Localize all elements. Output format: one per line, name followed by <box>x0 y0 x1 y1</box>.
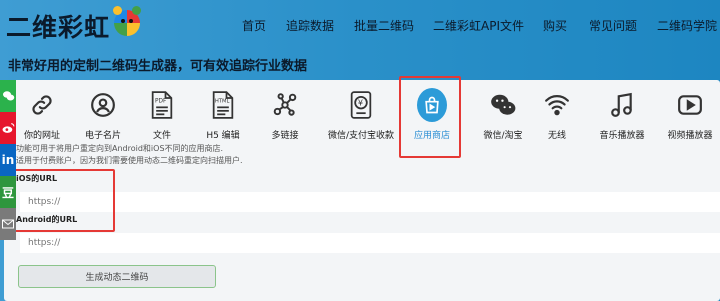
share-wechat-button[interactable] <box>0 80 16 112</box>
tool-label: 无线 <box>547 131 566 141</box>
tool-label: 音乐播放器 <box>599 131 645 141</box>
link-icon <box>27 90 57 120</box>
svg-text:HTML: HTML <box>215 99 230 105</box>
qr-generator-panel: 你的网址 电子名片 PDF 文件 HTML H5 编辑 多链接 ¥ 微信/支付宝… <box>4 76 720 301</box>
feature-note: 此功能可用于将用户重定向到Android和iOS不同的应用商店. <box>8 144 224 153</box>
tool-label: 视频播放器 <box>667 131 713 141</box>
svg-text:¥: ¥ <box>358 98 363 108</box>
nav-buy[interactable]: 购买 <box>543 17 567 34</box>
site-header: 二维彩虹 首页 追踪数据 批量二维码 二维彩虹API文件 购买 常见问题 二维码… <box>0 0 720 50</box>
svg-text:PDF: PDF <box>155 99 167 105</box>
tool-app-store[interactable]: 应用商店 <box>397 88 467 141</box>
tool-multi-link[interactable]: 多链接 <box>250 90 320 141</box>
tool-payment[interactable]: ¥ 微信/支付宝收款 <box>321 90 401 141</box>
wechat-taobao-icon <box>488 90 518 120</box>
nav-faq[interactable]: 常见问题 <box>589 17 637 34</box>
payment-icon: ¥ <box>346 90 376 120</box>
tool-label: 微信/支付宝收款 <box>327 131 395 141</box>
email-icon <box>2 219 14 229</box>
share-weibo-button[interactable] <box>0 112 16 144</box>
douban-icon: 豆 <box>1 185 14 200</box>
android-url-label: Android的URL <box>16 215 78 224</box>
html-file-icon: HTML <box>208 90 238 120</box>
multi-link-icon <box>270 90 300 120</box>
generate-dynamic-qr-button[interactable]: 生成动态二维码 <box>18 265 216 288</box>
tool-video[interactable]: 视频播放器 <box>655 90 720 141</box>
tool-label: 多链接 <box>271 131 299 141</box>
tool-music[interactable]: 音乐播放器 <box>587 90 657 141</box>
nav-api-docs[interactable]: 二维彩虹API文件 <box>433 17 524 34</box>
page-tagline: 非常好用的定制二维码生成器，可有效追踪行业数据 <box>8 59 308 74</box>
nav-tracking-data[interactable]: 追踪数据 <box>286 17 334 34</box>
share-douban-button[interactable]: 豆 <box>0 176 16 208</box>
share-email-button[interactable] <box>0 208 16 240</box>
nav-batch-qr[interactable]: 批量二维码 <box>354 17 414 34</box>
wifi-icon <box>542 90 572 120</box>
tool-wifi[interactable]: 无线 <box>522 90 592 141</box>
main-nav: 首页 追踪数据 批量二维码 二维彩虹API文件 购买 常见问题 二维码学院 <box>0 17 720 35</box>
share-linkedin-button[interactable]: in <box>0 144 16 176</box>
linkedin-icon: in <box>1 153 15 167</box>
app-store-icon <box>417 88 447 122</box>
tool-label: 你的网址 <box>23 131 60 141</box>
wechat-icon <box>2 91 14 101</box>
nav-home[interactable]: 首页 <box>242 17 266 34</box>
android-url-input[interactable] <box>20 233 720 253</box>
tool-label: 文件 <box>152 131 171 141</box>
tool-url[interactable]: 你的网址 <box>7 90 77 141</box>
music-icon <box>607 90 637 120</box>
pdf-file-icon: PDF <box>147 90 177 120</box>
weibo-icon <box>2 123 14 133</box>
paid-account-note: 只适用于付费账户，因为我们需要使用动态二维码重定向扫描用户. <box>8 156 243 165</box>
tool-h5[interactable]: HTML H5 编辑 <box>188 90 258 141</box>
tool-file[interactable]: PDF 文件 <box>127 90 197 141</box>
tool-label: H5 编辑 <box>206 131 240 141</box>
ios-url-label: iOS的URL <box>16 174 58 183</box>
person-icon <box>88 90 118 120</box>
tool-label: 应用商店 <box>413 131 450 141</box>
video-icon <box>675 90 705 120</box>
ios-url-input[interactable] <box>20 192 720 212</box>
nav-academy[interactable]: 二维码学院 <box>657 17 717 34</box>
